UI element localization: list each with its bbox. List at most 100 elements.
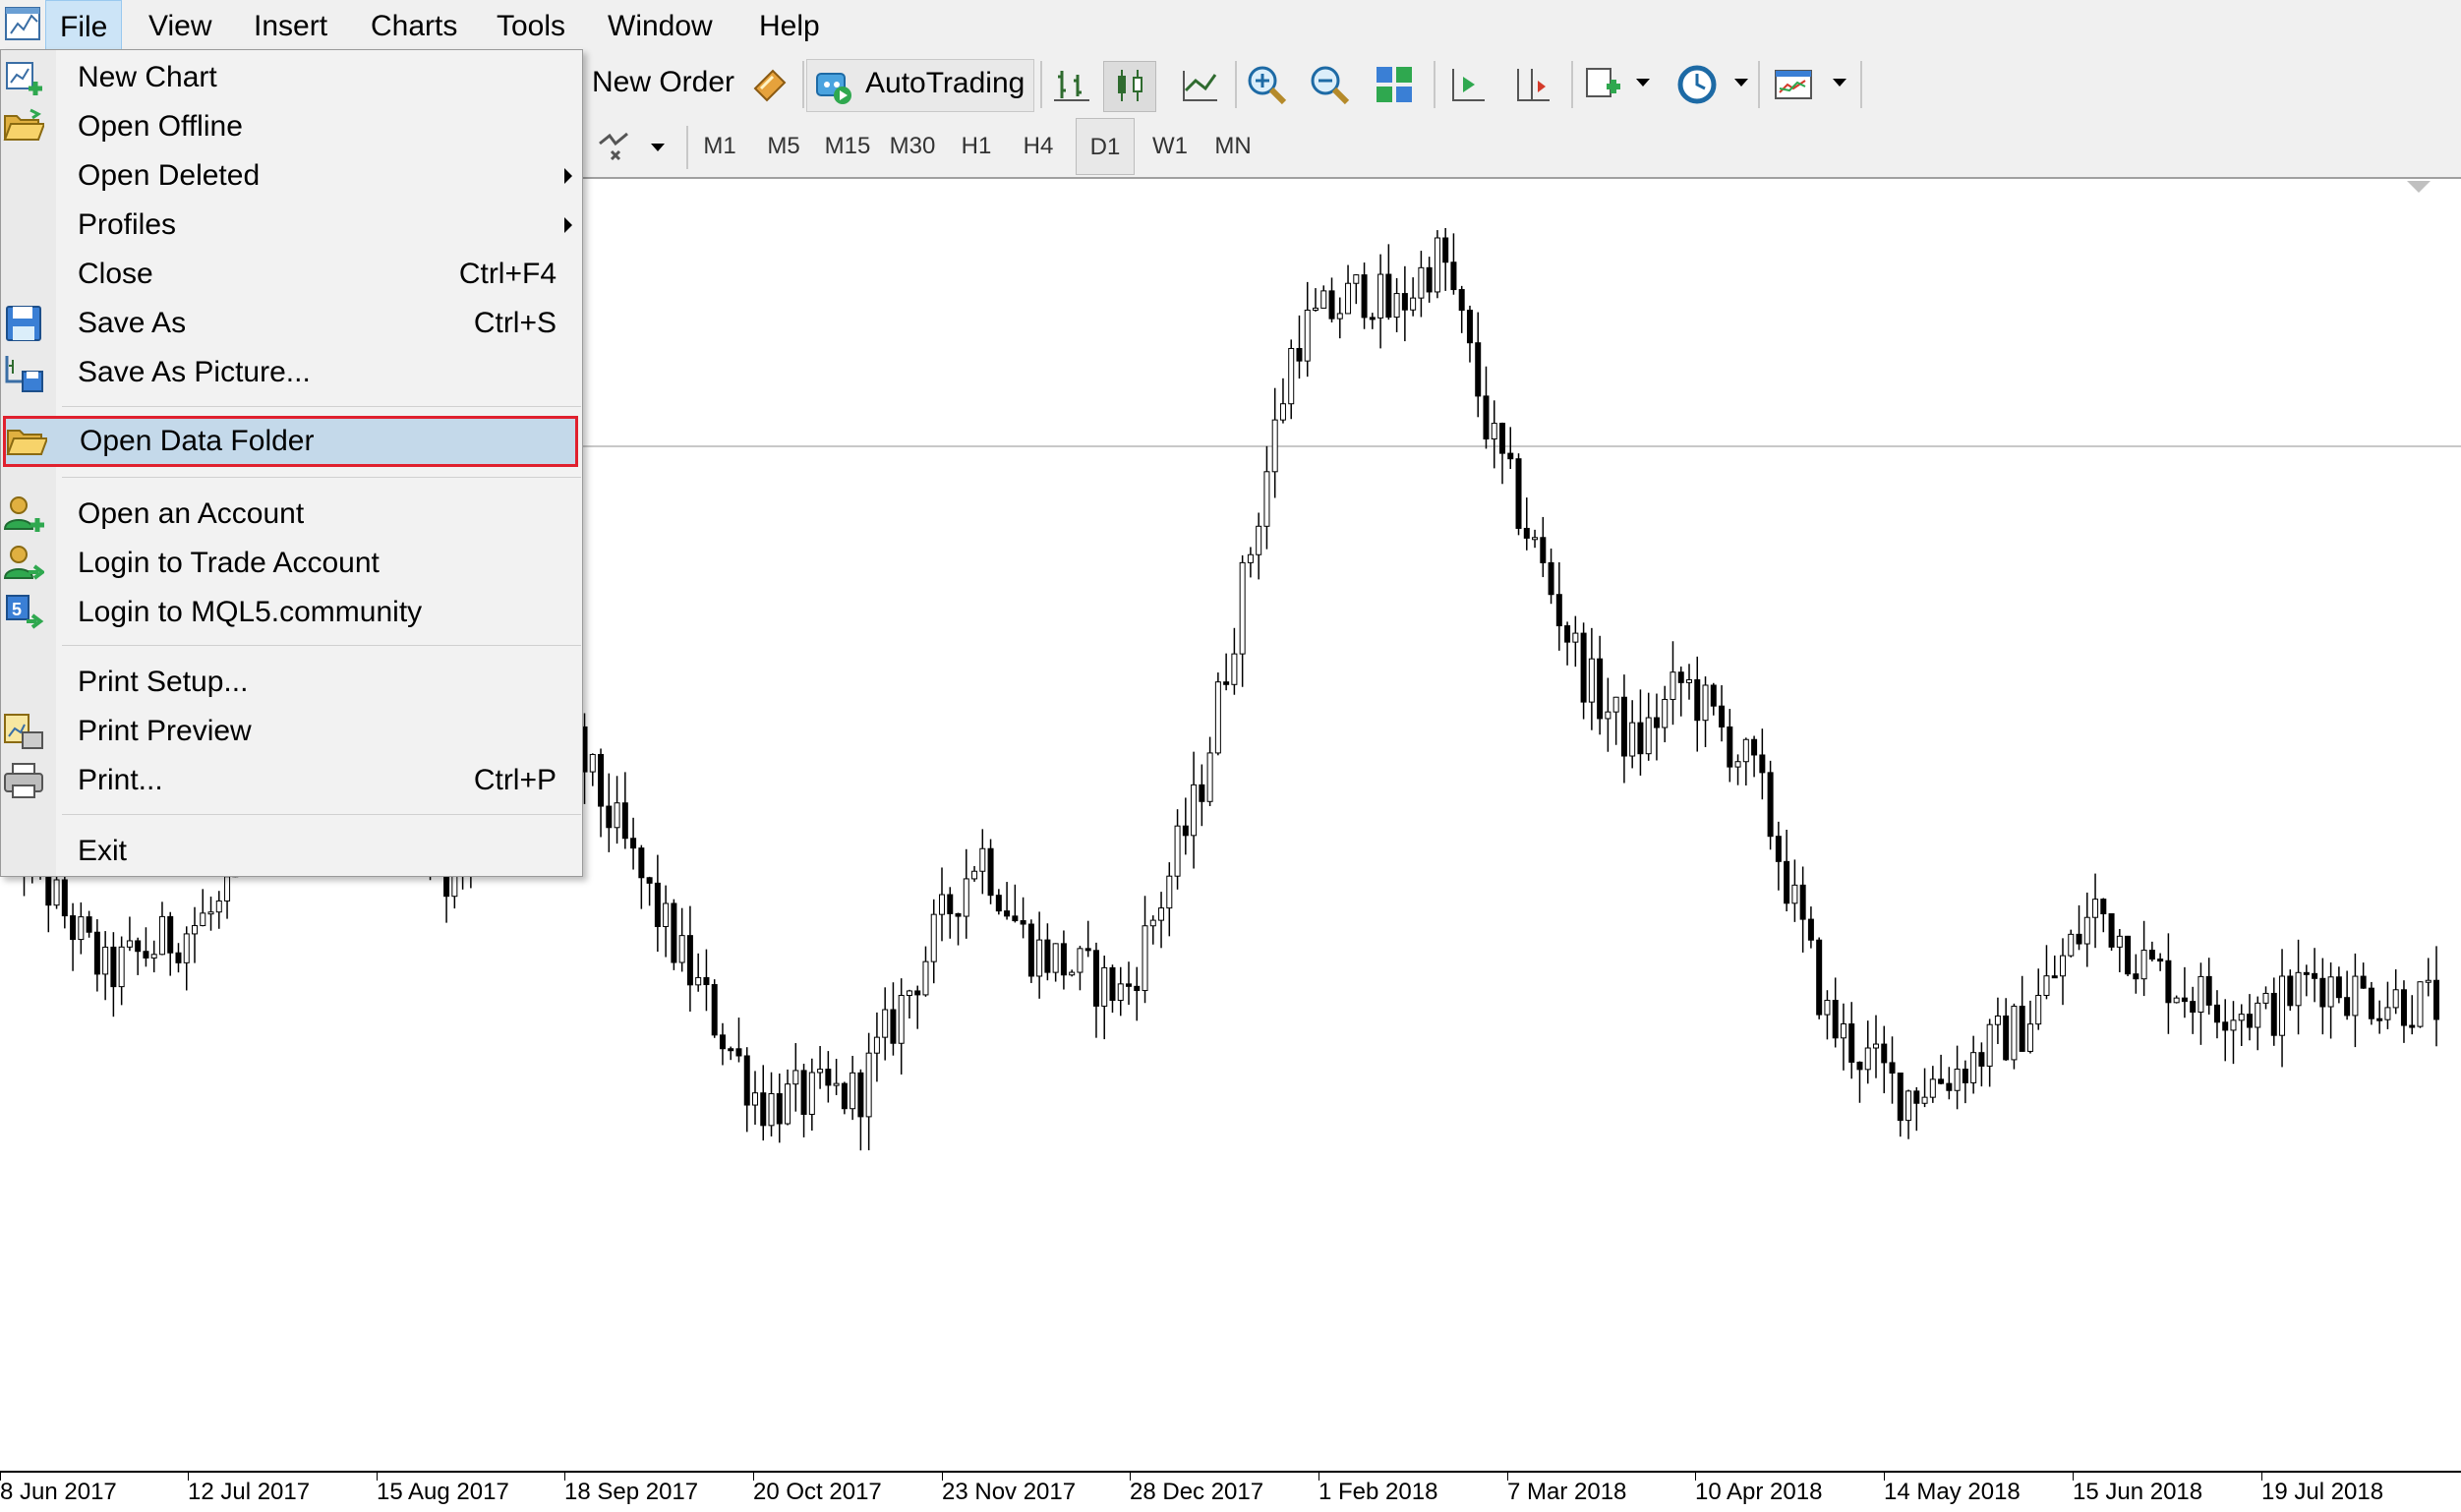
candle-body [1873,1043,1879,1049]
indicators-dropdown-arrow[interactable] [1636,79,1650,87]
candle-body [1994,1015,2001,1025]
autoscroll-icon[interactable] [1510,63,1553,106]
menu-item-new-chart[interactable]: New Chart [1,53,582,102]
candle-body [1313,307,1318,311]
zoom-in-icon[interactable] [1245,63,1288,106]
candle-body [1799,884,1806,920]
menu-item-close[interactable]: Close Ctrl+F4 [1,250,582,299]
timeframe-m15[interactable]: M15 [820,118,875,175]
candle-body [1345,282,1352,315]
timeframe-mn[interactable]: MN [1205,118,1260,175]
candle-body [2133,973,2139,980]
date-label: 28 Dec 2017 [1130,1479,1264,1505]
candle-body [135,940,142,953]
indicators-icon[interactable] [1581,63,1624,106]
autotrading-button[interactable]: AutoTrading [806,59,1034,112]
menu-item-label: Save As [78,307,187,339]
candle-body [947,894,954,914]
candle-body [2092,899,2099,918]
drawing-tools-dropdown-arrow[interactable] [651,144,665,151]
zoom-out-icon[interactable] [1308,63,1351,106]
date-label: 15 Aug 2017 [377,1479,509,1505]
candle-body [719,1034,726,1050]
menu-insert[interactable]: Insert [240,0,341,53]
timeframe-h4[interactable]: H4 [1013,118,1064,175]
candle-body [2417,981,2424,1027]
menu-charts[interactable]: Charts [357,0,471,53]
line-chart-icon[interactable] [1178,63,1221,106]
menu-item-open-account[interactable]: Open an Account [1,490,582,539]
menu-item-label: Login to Trade Account [78,547,380,579]
candle-body [1962,1069,1968,1083]
candle-body [1174,825,1181,877]
menu-tools[interactable]: Tools [483,0,579,53]
candle-body [1199,784,1205,802]
candle-body [760,1092,767,1127]
candle-body [1092,950,1099,1007]
candle-body [2409,1024,2416,1028]
candle-body [2205,975,2212,1006]
new-order-button[interactable]: New Order [592,66,734,99]
candle-body [1231,653,1238,685]
candle-body [1223,681,1230,685]
candle-body [1645,717,1652,755]
menu-item-print-preview[interactable]: Print Preview [1,707,582,756]
menu-item-open-data-folder[interactable]: Open Data Folder [3,416,578,467]
timeframe-m1[interactable]: M1 [694,118,745,175]
periods-icon[interactable] [1675,63,1719,106]
menu-item-print-setup[interactable]: Print Setup... [1,658,582,707]
candle-body [2011,1006,2018,1061]
candle-body [1523,527,1530,539]
market-watch-icon[interactable] [747,63,791,106]
templates-dropdown-arrow[interactable] [1833,79,1846,87]
chart-shift-icon[interactable] [1445,63,1489,106]
menu-item-open-deleted[interactable]: Open Deleted [1,151,582,201]
menu-item-login-trade-account[interactable]: Login to Trade Account [1,539,582,588]
toolbar-separator [1571,61,1573,108]
candlestick-button[interactable] [1103,61,1156,112]
menu-item-exit[interactable]: Exit [1,827,582,876]
timeframe-m5[interactable]: M5 [759,118,808,175]
candle-body [1612,696,1619,713]
candle-body [1271,419,1278,473]
menu-item-print[interactable]: Print... Ctrl+P [1,756,582,805]
menu-file[interactable]: File [45,0,123,53]
menu-item-save-as-picture[interactable]: Save As Picture... [1,348,582,397]
menu-item-save-as[interactable]: Save As Ctrl+S [1,299,582,348]
date-label: 7 Mar 2018 [1507,1479,1627,1505]
candle-body [1020,920,1026,925]
menu-item-open-offline[interactable]: Open Offline [1,102,582,151]
candle-body [1084,948,1091,952]
timeframe-d1[interactable]: D1 [1076,118,1135,175]
autotrading-label: AutoTrading [865,67,1025,99]
autotrading-icon [816,73,851,104]
menu-separator [62,477,581,478]
menu-help[interactable]: Help [745,0,834,53]
candle-body [606,805,613,829]
candle-body [1385,273,1392,319]
candle-body [1588,658,1595,703]
periods-dropdown-arrow[interactable] [1734,79,1748,87]
tile-windows-icon[interactable] [1373,63,1416,106]
menu-view[interactable]: View [135,0,225,53]
menu-item-shortcut: Ctrl+F4 [458,258,557,290]
candle-body [2116,935,2123,948]
timeframe-w1[interactable]: W1 [1144,118,1196,175]
candle-body [102,946,109,975]
candle-body [671,902,677,963]
drawing-tools-icon[interactable] [594,126,637,169]
candle-body [2295,971,2302,1007]
menu-item-shortcut: Ctrl+P [473,764,557,796]
candle-body [914,990,921,996]
timeframe-m30[interactable]: M30 [883,118,942,175]
candle-body [589,753,596,773]
menu-item-label: New Chart [78,61,217,93]
bar-chart-icon[interactable] [1050,63,1093,106]
templates-icon[interactable] [1772,63,1815,106]
date-label: 14 May 2018 [1884,1479,2021,1505]
timeframe-h1[interactable]: H1 [952,118,1001,175]
menu-item-profiles[interactable]: Profiles [1,201,582,250]
candle-body [2019,1006,2025,1052]
menu-window[interactable]: Window [594,0,727,53]
menu-item-login-mql5[interactable]: 5 Login to MQL5.community [1,588,582,637]
